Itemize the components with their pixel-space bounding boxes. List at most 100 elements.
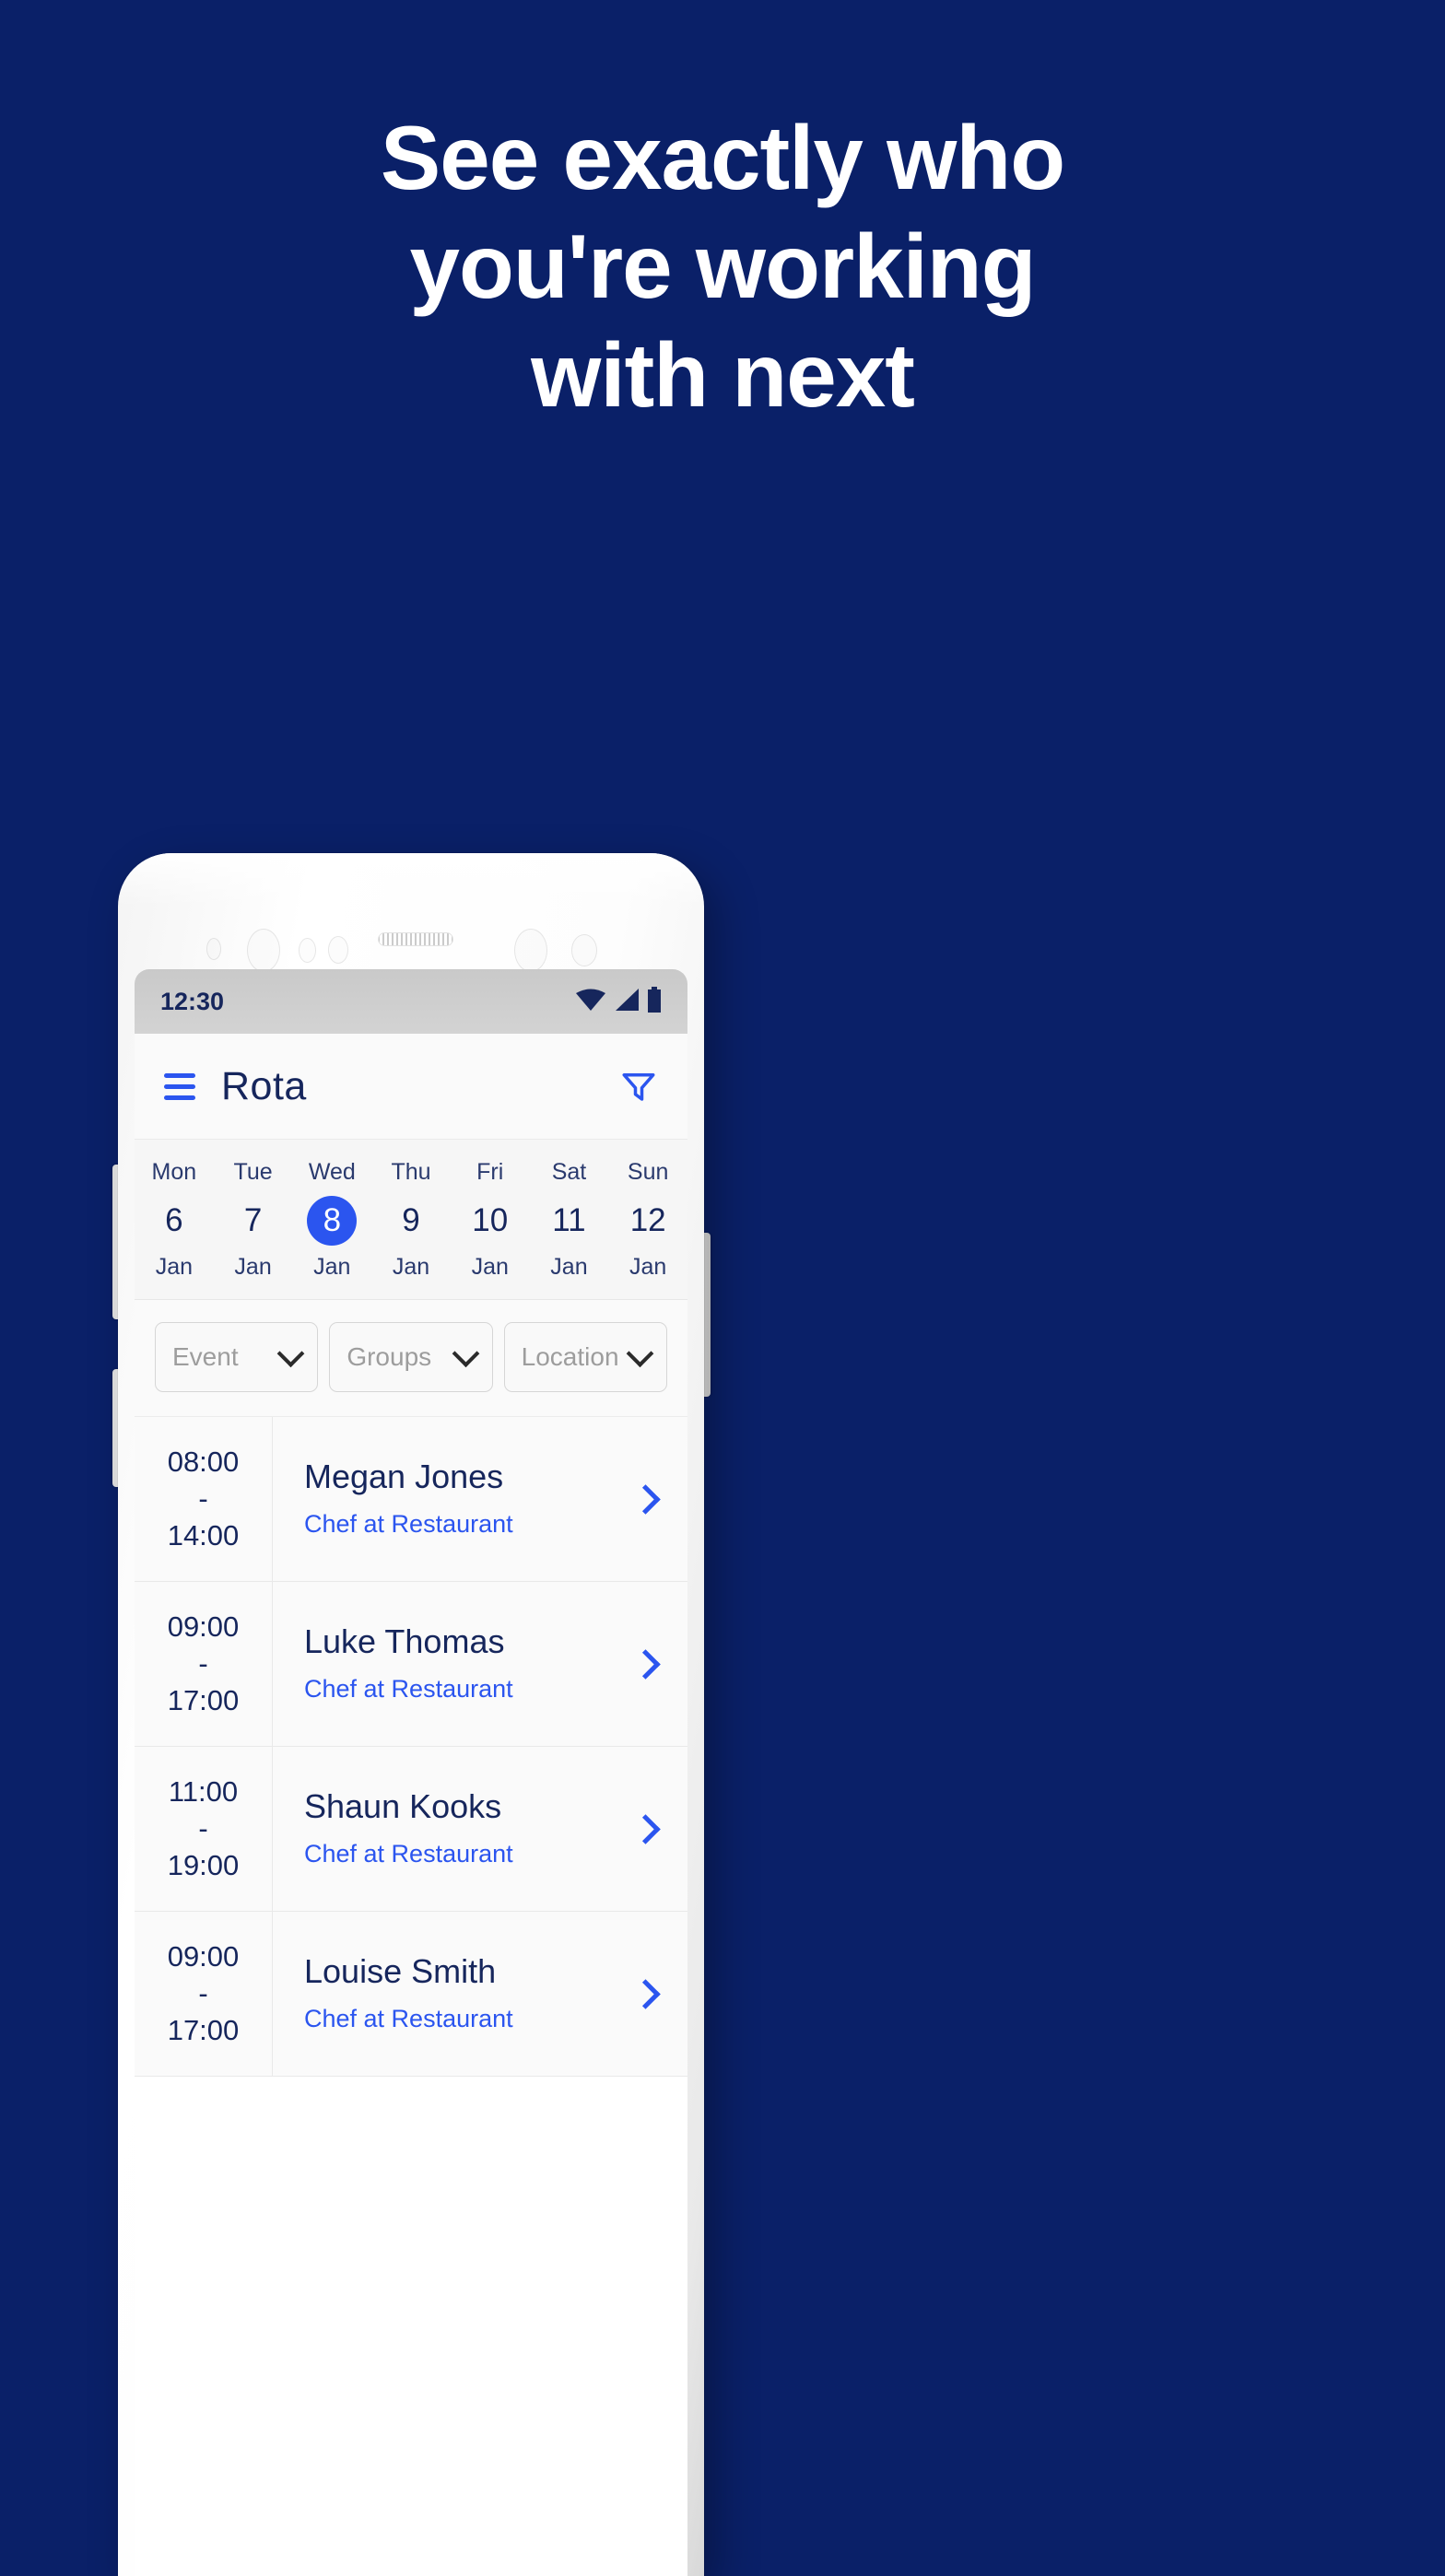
shift-list: 08:00 - 14:00 Megan Jones Chef at Restau… — [135, 1417, 687, 2077]
shift-list-item[interactable]: 11:00 - 19:00 Shaun Kooks Chef at Restau… — [135, 1747, 687, 1912]
day-month: Jan — [155, 1254, 194, 1280]
day-month: Jan — [471, 1254, 509, 1280]
day-name: Sat — [551, 1159, 587, 1185]
chevron-down-icon — [452, 1339, 480, 1367]
shift-time-separator: - — [198, 1647, 208, 1680]
shift-start-time: 09:00 — [167, 1940, 240, 1973]
day-number: 6 — [165, 1202, 183, 1238]
day-number: 11 — [552, 1202, 586, 1238]
phone-screen: 12:30 Rota Mon 6 Jan Tue 7 Jan Wed 8 Jan… — [135, 969, 687, 2576]
date-day-sat[interactable]: Sat 11 Jan — [530, 1153, 609, 1284]
phone-body: 12:30 Rota Mon 6 Jan Tue 7 Jan Wed 8 Jan… — [118, 853, 704, 2576]
hero-line-2: you're working — [409, 216, 1036, 317]
wifi-icon — [575, 988, 606, 1016]
shift-details: Shaun Kooks Chef at Restaurant — [273, 1747, 635, 1911]
shift-end-time: 19:00 — [167, 1849, 240, 1881]
shift-list-item[interactable]: 08:00 - 14:00 Megan Jones Chef at Restau… — [135, 1417, 687, 1582]
shift-time-separator: - — [198, 1812, 208, 1844]
date-day-sun[interactable]: Sun 12 Jan — [608, 1153, 687, 1284]
date-day-thu[interactable]: Thu 9 Jan — [371, 1153, 451, 1284]
shift-employee-name: Shaun Kooks — [304, 1787, 502, 1825]
shift-details: Megan Jones Chef at Restaurant — [273, 1417, 635, 1581]
chevron-right-icon — [630, 1813, 661, 1844]
day-number: 12 — [629, 1202, 666, 1238]
phone-top-bezel — [118, 853, 704, 972]
chevron-down-icon — [626, 1339, 654, 1367]
date-day-tue[interactable]: Tue 7 Jan — [214, 1153, 293, 1284]
shift-time-range: 08:00 - 14:00 — [135, 1417, 273, 1581]
shift-role-location[interactable]: Chef at Restaurant — [304, 1996, 635, 2041]
day-number: 7 — [243, 1202, 263, 1238]
shift-role-location[interactable]: Chef at Restaurant — [304, 1502, 635, 1546]
chevron-down-icon — [276, 1339, 305, 1367]
date-day-wed-selected[interactable]: Wed 8 Jan — [292, 1153, 371, 1284]
day-name: Wed — [308, 1159, 356, 1185]
earpiece-speaker-icon — [378, 932, 453, 946]
ambient-sensor-icon — [206, 938, 221, 960]
shift-role-location[interactable]: Chef at Restaurant — [304, 1832, 635, 1876]
shift-time-range: 09:00 - 17:00 — [135, 1912, 273, 2076]
day-name: Mon — [151, 1159, 197, 1185]
day-name: Fri — [476, 1159, 504, 1185]
filter-bar: Event Groups Location — [135, 1300, 687, 1417]
shift-employee-name: Megan Jones — [304, 1458, 504, 1495]
shift-start-time: 09:00 — [167, 1610, 240, 1643]
shift-open-button[interactable] — [630, 1417, 687, 1581]
date-day-fri[interactable]: Fri 10 Jan — [451, 1153, 530, 1284]
proximity-sensor-icon — [299, 938, 316, 963]
day-name: Sun — [627, 1159, 669, 1185]
hero-line-1: See exactly who — [380, 107, 1065, 208]
location-filter-select[interactable]: Location — [503, 1322, 667, 1392]
shift-end-time: 17:00 — [167, 2014, 240, 2046]
cellular-signal-icon — [614, 988, 640, 1016]
shift-open-button[interactable] — [630, 1747, 687, 1911]
day-month: Jan — [313, 1254, 351, 1280]
shift-details: Luke Thomas Chef at Restaurant — [273, 1582, 635, 1746]
shift-start-time: 11:00 — [168, 1775, 239, 1808]
chevron-right-icon — [630, 1978, 661, 2009]
front-camera-icon — [247, 929, 280, 972]
day-month: Jan — [629, 1254, 667, 1280]
shift-time-range: 09:00 - 17:00 — [135, 1582, 273, 1746]
event-filter-label: Event — [172, 1342, 239, 1371]
shift-details: Louise Smith Chef at Restaurant — [273, 1912, 635, 2076]
groups-filter-label: Groups — [347, 1342, 432, 1371]
phone-mockup: 12:30 Rota Mon 6 Jan Tue 7 Jan Wed 8 Jan… — [112, 853, 711, 2576]
hero-line-3: with next — [531, 324, 915, 426]
day-month: Jan — [392, 1254, 430, 1280]
day-month: Jan — [234, 1254, 272, 1280]
shift-role-location[interactable]: Chef at Restaurant — [304, 1667, 635, 1711]
app-bar: Rota — [135, 1034, 687, 1139]
battery-icon — [647, 986, 662, 1017]
chevron-right-icon — [630, 1648, 661, 1680]
filter-funnel-icon[interactable] — [619, 1067, 658, 1106]
secondary-camera-icon — [514, 929, 547, 972]
week-date-strip: Mon 6 Jan Tue 7 Jan Wed 8 Jan Thu 9 Jan … — [135, 1139, 687, 1300]
status-bar-icons — [575, 986, 662, 1017]
shift-open-button[interactable] — [630, 1912, 687, 2076]
hamburger-menu-icon[interactable] — [164, 1072, 195, 1100]
chevron-right-icon — [630, 1483, 661, 1515]
shift-start-time: 08:00 — [167, 1446, 240, 1478]
location-filter-label: Location — [521, 1342, 619, 1371]
day-month: Jan — [550, 1254, 588, 1280]
shift-list-item[interactable]: 09:00 - 17:00 Luke Thomas Chef at Restau… — [135, 1582, 687, 1747]
status-bar: 12:30 — [135, 969, 687, 1034]
day-number: 10 — [472, 1202, 509, 1238]
shift-open-button[interactable] — [630, 1582, 687, 1746]
shift-time-range: 11:00 - 19:00 — [135, 1747, 273, 1911]
shift-time-separator: - — [198, 1977, 208, 2009]
shift-time-separator: - — [198, 1482, 208, 1515]
day-name: Thu — [391, 1159, 431, 1185]
event-filter-select[interactable]: Event — [155, 1322, 319, 1392]
page-title: Rota — [221, 1063, 307, 1108]
date-day-mon[interactable]: Mon 6 Jan — [135, 1153, 214, 1284]
shift-employee-name: Luke Thomas — [304, 1622, 505, 1660]
shift-end-time: 14:00 — [167, 1519, 240, 1551]
groups-filter-select[interactable]: Groups — [329, 1322, 493, 1392]
shift-list-item[interactable]: 09:00 - 17:00 Louise Smith Chef at Resta… — [135, 1912, 687, 2077]
status-bar-clock: 12:30 — [160, 987, 225, 1015]
day-number: 8 — [307, 1196, 358, 1246]
day-number: 9 — [402, 1202, 420, 1238]
shift-end-time: 17:00 — [167, 1684, 240, 1716]
